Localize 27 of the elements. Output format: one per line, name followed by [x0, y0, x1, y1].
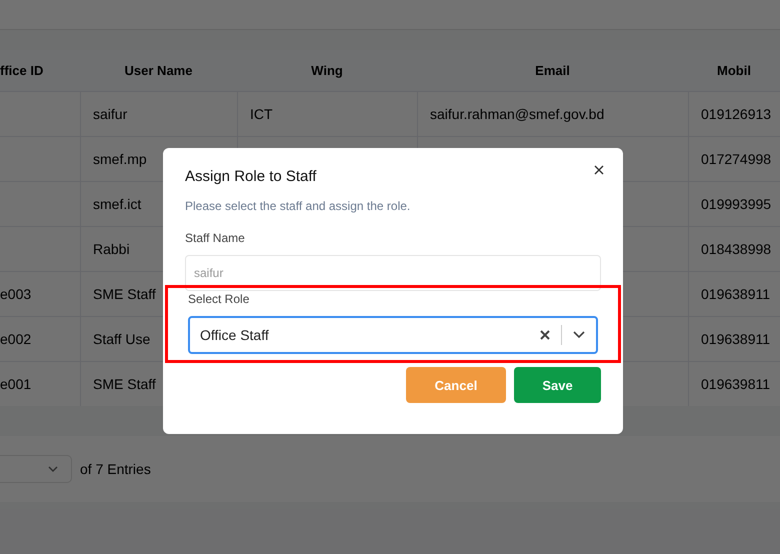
table-cell: 019639811 — [688, 362, 780, 406]
table-cell-text: e002 — [0, 330, 32, 349]
table-cell: 017274998 — [688, 137, 780, 181]
table-cell: 019638911 — [688, 317, 780, 361]
column-header: Mobil — [716, 62, 752, 80]
role-select[interactable]: Office Staff — [188, 316, 598, 354]
column-header: Email — [534, 62, 571, 80]
entries-count: of 7 Entries — [80, 461, 151, 477]
table-cell: 018438998 — [688, 227, 780, 271]
clear-icon[interactable] — [539, 329, 551, 341]
table-cell-text: e003 — [0, 285, 32, 304]
column-header: Wing — [310, 62, 344, 80]
save-button[interactable]: Save — [514, 367, 601, 403]
column-header: User Name — [124, 62, 194, 80]
cancel-button[interactable]: Cancel — [406, 367, 506, 403]
chevron-down-icon — [47, 465, 59, 473]
table-cell: 019638911 — [688, 272, 780, 316]
column-header: ffice ID — [0, 62, 44, 80]
table-cell: 019126913 — [688, 92, 780, 136]
table-cell: ICT — [237, 92, 417, 136]
table-cell: saifur — [80, 92, 237, 136]
table-cell: 019993995 — [688, 182, 780, 226]
close-icon[interactable] — [593, 164, 605, 176]
staff-name-field[interactable]: saifur — [185, 255, 601, 291]
table-cell-text: e001 — [0, 375, 32, 394]
table-cell: saifur.rahman@smef.gov.bd — [417, 92, 688, 136]
chevron-down-icon[interactable] — [572, 330, 586, 340]
